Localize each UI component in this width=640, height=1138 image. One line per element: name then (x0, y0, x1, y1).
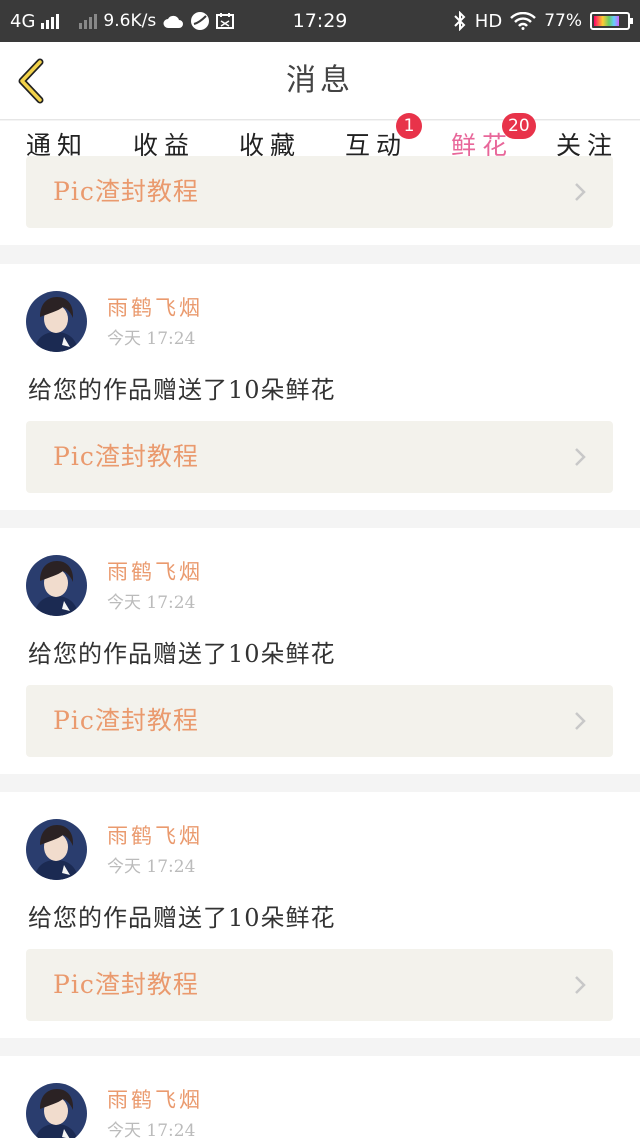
work-title: Pic渣封教程 (53, 177, 199, 206)
unread-badge: 1 (396, 113, 422, 139)
message-text: 给您的作品赠送了10朵鲜花 (28, 904, 336, 932)
chevron-right-icon (575, 976, 586, 994)
user-name[interactable]: 雨鹤飞烟 (107, 292, 203, 322)
avatar[interactable] (26, 291, 87, 352)
message-card: Pic渣封教程 (0, 156, 640, 245)
message-time: 今天 17:24 (107, 329, 196, 349)
work-title: Pic渣封教程 (53, 970, 199, 999)
battery-icon (590, 12, 633, 30)
user-name[interactable]: 雨鹤飞烟 (107, 556, 203, 586)
message-card: 雨鹤飞烟 今天 17:24 给您的作品赠送了10朵鲜花 Pic渣封教程 (0, 264, 640, 510)
page-title: 消息 (286, 63, 354, 98)
avatar[interactable] (26, 1083, 87, 1138)
message-time: 今天 17:24 (107, 857, 196, 877)
message-time: 今天 17:24 (107, 1121, 196, 1138)
status-right: HD 77% (453, 0, 633, 42)
battery-percent: 77% (544, 11, 582, 31)
message-card: 雨鹤飞烟 今天 17:24 (0, 1056, 640, 1138)
work-title: Pic渣封教程 (53, 706, 199, 735)
message-card: 雨鹤飞烟 今天 17:24 给您的作品赠送了10朵鲜花 Pic渣封教程 (0, 792, 640, 1038)
chevron-right-icon (575, 448, 586, 466)
work-link[interactable]: Pic渣封教程 (26, 949, 613, 1021)
message-card: 雨鹤飞烟 今天 17:24 给您的作品赠送了10朵鲜花 Pic渣封教程 (0, 528, 640, 774)
work-link[interactable]: Pic渣封教程 (26, 156, 613, 228)
chevron-right-icon (575, 712, 586, 730)
message-text: 给您的作品赠送了10朵鲜花 (28, 640, 336, 668)
user-name[interactable]: 雨鹤飞烟 (107, 1084, 203, 1114)
header: 消息 (0, 42, 640, 120)
user-name[interactable]: 雨鹤飞烟 (107, 820, 203, 850)
status-bar: 4G 9.6K/s 17:29 HD 77% (0, 0, 640, 42)
unread-badge: 20 (502, 113, 536, 139)
work-link[interactable]: Pic渣封教程 (26, 685, 613, 757)
avatar[interactable] (26, 555, 87, 616)
chevron-right-icon (575, 183, 586, 201)
work-title: Pic渣封教程 (53, 442, 199, 471)
wifi-icon (510, 12, 537, 30)
battery-fill (594, 16, 619, 26)
work-link[interactable]: Pic渣封教程 (26, 421, 613, 493)
hd-indicator: HD (474, 10, 503, 32)
message-text: 给您的作品赠送了10朵鲜花 (28, 376, 336, 404)
avatar[interactable] (26, 819, 87, 880)
message-time: 今天 17:24 (107, 593, 196, 613)
bluetooth-icon (454, 11, 466, 31)
